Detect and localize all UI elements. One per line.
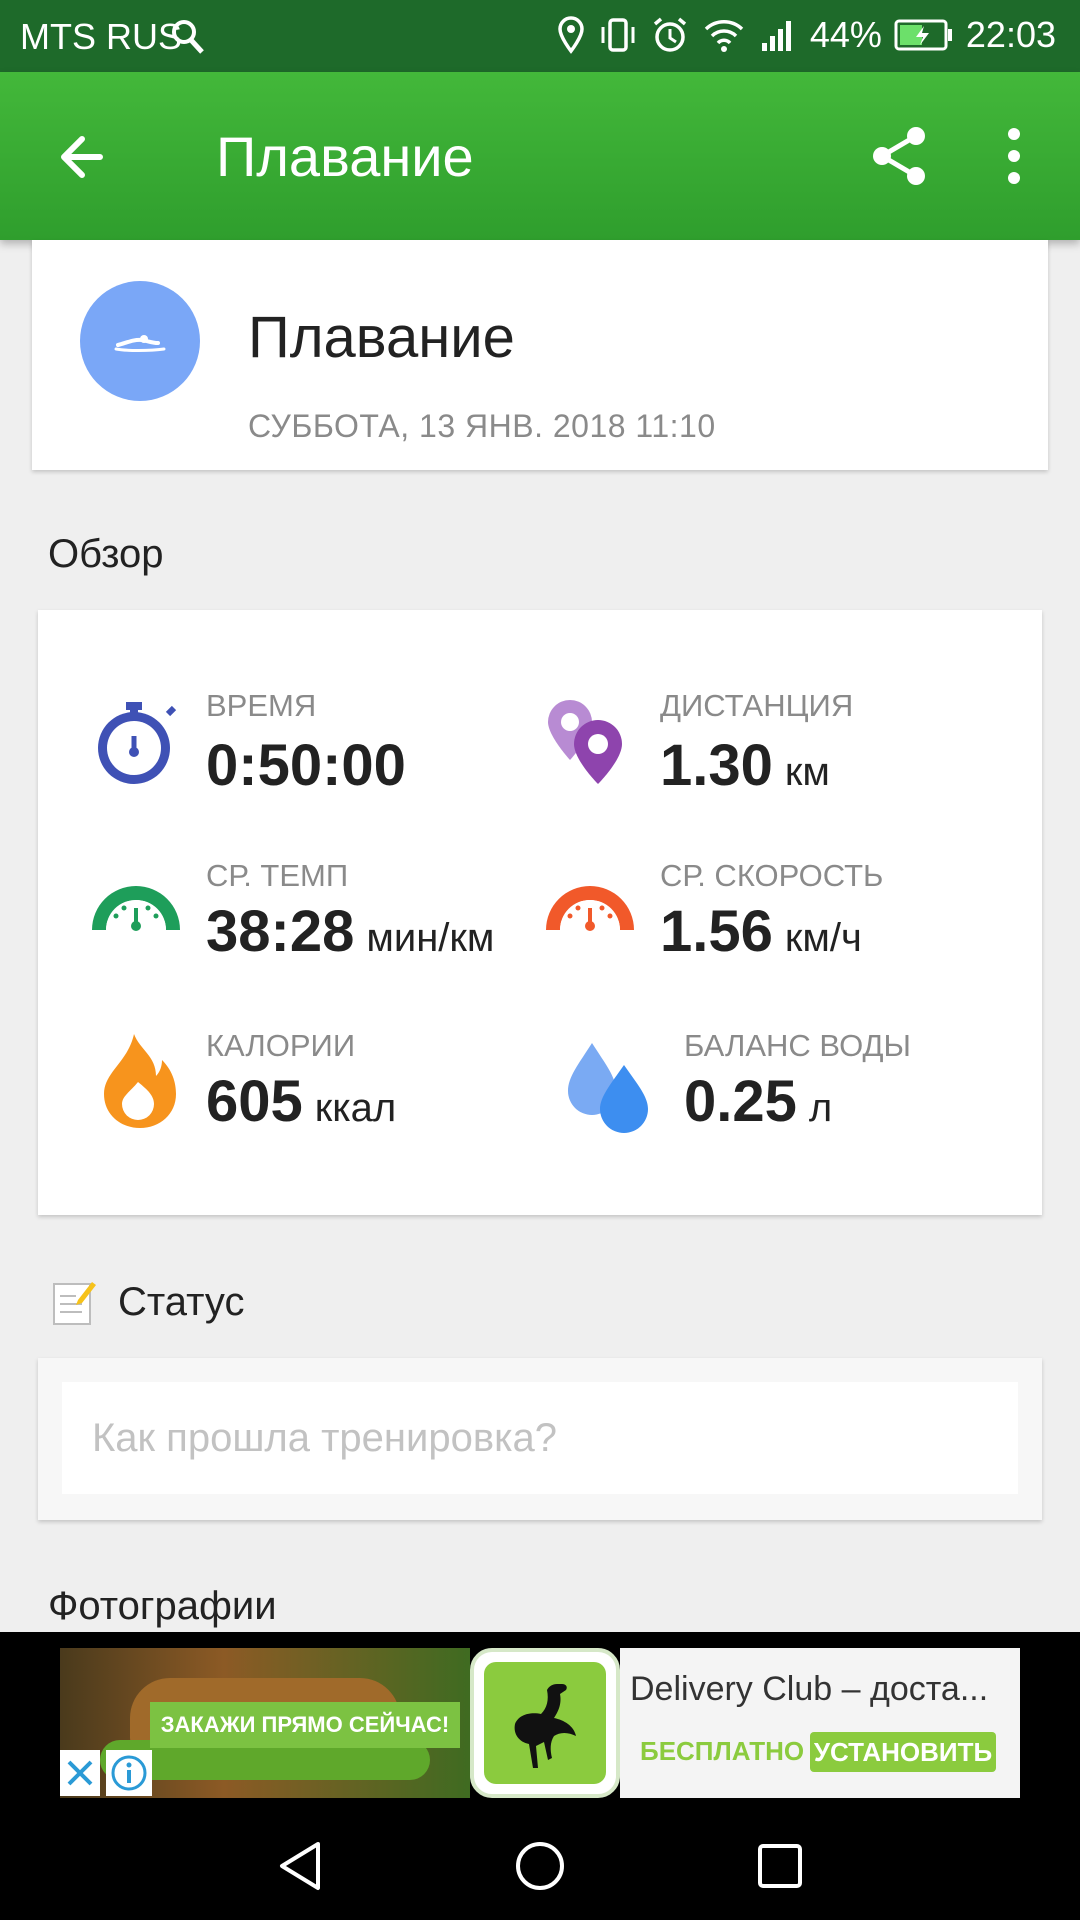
- activity-title: Плавание: [248, 305, 515, 370]
- recents-nav-icon[interactable]: [752, 1838, 808, 1894]
- stat-label: ДИСТАНЦИЯ: [660, 688, 854, 723]
- status-card: [38, 1358, 1042, 1520]
- ostrich-logo-icon: [484, 1662, 606, 1784]
- signal-icon: [758, 15, 798, 55]
- app-bar: Плавание: [0, 72, 1080, 240]
- stat-unit: км/ч: [784, 916, 862, 960]
- ad-app-title: Delivery Club – доста...: [630, 1670, 989, 1708]
- ad-install-button[interactable]: УСТАНОВИТЬ: [810, 1732, 996, 1772]
- alarm-icon: [650, 15, 690, 55]
- share-icon[interactable]: [868, 124, 932, 188]
- ad-banner[interactable]: ЗАКАЖИ ПРЯМО СЕЙЧАС! Delivery Club – дос…: [0, 1632, 1080, 1802]
- navigation-bar: [0, 1802, 1080, 1920]
- stat-value: 605: [206, 1069, 303, 1134]
- flame-icon: [90, 1030, 190, 1130]
- workout-status-input[interactable]: [62, 1382, 1018, 1494]
- ad-text-panel[interactable]: Delivery Club – доста... БЕСПЛАТНО УСТАН…: [620, 1648, 1020, 1798]
- swimmer-icon: [80, 281, 200, 401]
- ad-free-label: БЕСПЛАТНО: [640, 1736, 805, 1766]
- home-nav-icon[interactable]: [512, 1838, 568, 1894]
- gauge-green-icon: [86, 868, 186, 968]
- clock: 22:03: [965, 14, 1056, 55]
- photos-title: Фотографии: [48, 1584, 277, 1628]
- stat-value: 0.25: [684, 1069, 797, 1134]
- search-icon: [170, 16, 206, 56]
- stat-value: 38:28: [206, 899, 355, 964]
- stat-unit: км: [784, 750, 830, 794]
- gauge-orange-icon: [540, 868, 640, 968]
- stat-value: 0:50:00: [206, 733, 406, 798]
- stat-value-row: 0.25 л: [684, 1068, 832, 1135]
- carrier-name: MTS RUS: [20, 16, 182, 57]
- app-bar-title: Плавание: [216, 125, 474, 188]
- stat-value: 1.56: [660, 899, 773, 964]
- vibrate-icon: [598, 15, 638, 55]
- battery-charging-icon: [894, 18, 954, 52]
- back-arrow-icon[interactable]: [50, 122, 120, 192]
- stat-label: СР. ТЕМП: [206, 858, 349, 893]
- overview-card: ВРЕМЯ 0:50:00 ДИСТАНЦИЯ 1.30 км СР. ТЕМП …: [38, 610, 1042, 1215]
- map-pin-icon: [540, 692, 640, 792]
- stat-unit: л: [808, 1086, 833, 1130]
- stat-unit: мин/км: [366, 916, 495, 960]
- stat-label: БАЛАНС ВОДЫ: [684, 1028, 911, 1063]
- status-bar: MTS RUS 44% 22:03: [0, 0, 1080, 72]
- ad-app-icon[interactable]: [470, 1648, 620, 1798]
- ad-info-icon[interactable]: [106, 1750, 152, 1796]
- stat-value-row: 605 ккал: [206, 1068, 396, 1135]
- overview-title: Обзор: [48, 532, 164, 576]
- stat-value-row: 38:28 мин/км: [206, 898, 494, 965]
- wifi-icon: [702, 15, 746, 55]
- stat-value-row: 1.30 км: [660, 732, 830, 799]
- ad-cta-banner: ЗАКАЖИ ПРЯМО СЕЙЧАС!: [150, 1702, 460, 1748]
- stat-unit: ккал: [314, 1086, 397, 1130]
- ad-close-icon[interactable]: [60, 1750, 100, 1796]
- back-nav-icon[interactable]: [272, 1838, 328, 1894]
- stat-value-row: 0:50:00: [206, 732, 418, 799]
- stat-value: 1.30: [660, 733, 773, 798]
- water-drops-icon: [562, 1035, 662, 1135]
- activity-header-card: Плавание СУББОТА, 13 ЯНВ. 2018 11:10: [32, 240, 1048, 470]
- note-icon: [52, 1278, 96, 1326]
- stopwatch-icon: [90, 692, 190, 792]
- battery-percent: 44%: [809, 14, 882, 55]
- activity-datetime: СУББОТА, 13 ЯНВ. 2018 11:10: [248, 408, 716, 444]
- stat-label: СР. СКОРОСТЬ: [660, 858, 884, 893]
- stat-label: КАЛОРИИ: [206, 1028, 356, 1063]
- stat-value-row: 1.56 км/ч: [660, 898, 862, 965]
- location-icon: [556, 15, 586, 55]
- more-options-icon[interactable]: [994, 124, 1034, 188]
- stat-label: ВРЕМЯ: [206, 688, 317, 723]
- status-title: Статус: [118, 1280, 245, 1324]
